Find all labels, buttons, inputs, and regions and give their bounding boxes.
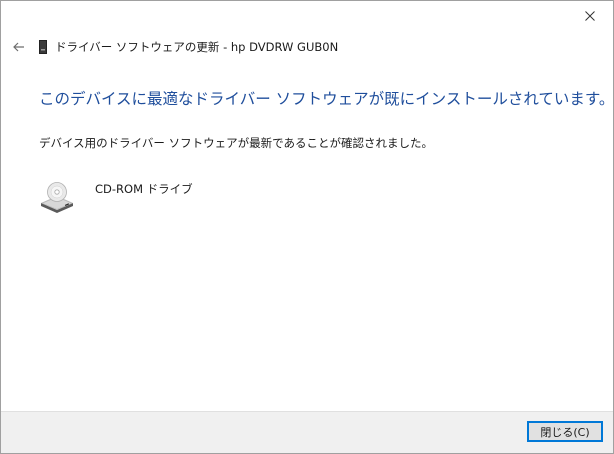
window-close-button[interactable]: [567, 1, 613, 31]
dvd-drive-small-icon: [37, 39, 49, 55]
back-button[interactable]: [9, 37, 29, 57]
close-dialog-button[interactable]: 閉じる(C): [527, 421, 603, 442]
title-bar-row: ドライバー ソフトウェアの更新 - hp DVDRW GUB0N: [9, 37, 338, 57]
footer-bar: 閉じる(C): [1, 411, 613, 453]
device-label: CD-ROM ドライブ: [95, 182, 193, 196]
driver-update-window: ドライバー ソフトウェアの更新 - hp DVDRW GUB0N このデバイスに…: [0, 0, 614, 454]
close-icon: [585, 11, 595, 21]
cdrom-drive-icon: [41, 182, 73, 213]
main-heading: このデバイスに最適なドライバー ソフトウェアが既にインストールされています。: [39, 90, 614, 108]
device-item: CD-ROM ドライブ: [39, 179, 193, 213]
window-title: ドライバー ソフトウェアの更新 - hp DVDRW GUB0N: [55, 40, 339, 54]
back-arrow-icon: [13, 42, 24, 52]
status-message: デバイス用のドライバー ソフトウェアが最新であることが確認されました。: [39, 136, 433, 150]
